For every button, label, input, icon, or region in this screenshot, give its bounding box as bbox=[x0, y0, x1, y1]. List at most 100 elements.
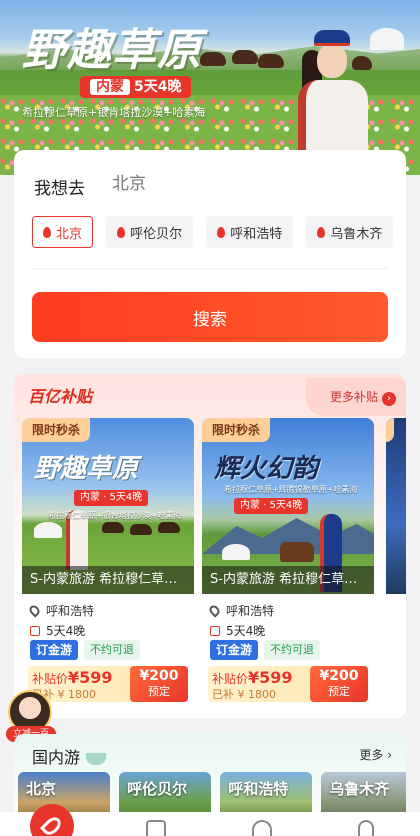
teacup-icon bbox=[86, 752, 107, 765]
deposit-tour-tag: 订金游 bbox=[210, 640, 259, 660]
product-image bbox=[386, 418, 406, 594]
product-title: S-内蒙旅游 希拉穆仁草… bbox=[202, 566, 374, 594]
subsidy-price: 补贴价¥599 bbox=[212, 668, 293, 687]
horse-graphic bbox=[200, 52, 226, 66]
duration-row: 5天4晚 bbox=[210, 622, 265, 639]
location-pin-icon bbox=[27, 603, 42, 618]
chip-label: 呼和浩特 bbox=[230, 226, 283, 242]
nav-heart-icon[interactable] bbox=[252, 820, 272, 836]
flame-icon bbox=[217, 226, 226, 238]
yurt-graphic bbox=[370, 28, 404, 50]
deposit-amount: ¥200 bbox=[319, 668, 359, 684]
flame-icon bbox=[317, 226, 326, 238]
subsidized-amount: 已补 ¥ 1800 bbox=[212, 688, 276, 701]
book-button[interactable]: ¥200 预定 bbox=[310, 666, 368, 702]
book-button[interactable]: ¥200 预定 bbox=[130, 666, 188, 702]
location-text: 呼和浩特 bbox=[46, 604, 95, 618]
yurt-graphic bbox=[222, 544, 250, 560]
location-text: 呼和浩特 bbox=[226, 604, 275, 618]
nav-briefcase-icon[interactable] bbox=[146, 820, 166, 836]
duration-text: 5天4晚 bbox=[46, 624, 86, 638]
location-row: 呼和浩特 bbox=[27, 602, 95, 619]
duration-text: 5天4晚 bbox=[226, 624, 266, 638]
horse-graphic bbox=[232, 50, 258, 64]
book-label: 预定 bbox=[148, 685, 170, 698]
horse-graphic bbox=[158, 522, 180, 533]
hot-destination-chips: 北京 呼伦贝尔 呼和浩特 乌鲁木齐 bbox=[32, 216, 406, 250]
price-value: ¥599 bbox=[68, 668, 113, 687]
refundable-tag: 不约可退 bbox=[84, 640, 141, 660]
product-image-subtitle: 希拉穆仁草原+银肯塔拉沙漠+哈素海 bbox=[48, 511, 182, 520]
yurt-graphic bbox=[34, 522, 62, 538]
destination-label: 我想去 bbox=[34, 179, 85, 199]
subsidy-title: 百亿补贴 bbox=[28, 387, 93, 406]
compass-icon bbox=[39, 813, 65, 836]
chip-beijing[interactable]: 北京 bbox=[32, 216, 94, 248]
hero-subtitle: 希拉穆仁草原+银肯塔拉沙漠+哈素海 bbox=[22, 106, 206, 119]
destination-input[interactable] bbox=[112, 174, 312, 194]
price-label: 补贴价 bbox=[212, 672, 249, 686]
hero-badge-dest: 内蒙 bbox=[90, 79, 130, 95]
product-card[interactable]: 辉火幻韵 希拉穆仁草原+辉腾锡勒草原+哈素海 内蒙 · 5天4晚 S-内蒙旅游 … bbox=[202, 418, 374, 714]
product-image: 辉火幻韵 希拉穆仁草原+辉腾锡勒草原+哈素海 内蒙 · 5天4晚 S-内蒙旅游 … bbox=[202, 418, 374, 594]
hero-banner[interactable]: 野趣草原 内蒙 5天4晚 希拉穆仁草原+银肯塔拉沙漠+哈素海 bbox=[0, 0, 420, 175]
product-image-title: 辉火幻韵 bbox=[214, 454, 319, 484]
bottom-nav bbox=[0, 804, 420, 836]
tag-row: 订金游 不约可退 bbox=[210, 640, 321, 660]
tag-row: 订金游 不约可退 bbox=[30, 640, 141, 660]
tile-label: 呼伦贝尔 bbox=[127, 780, 188, 798]
domestic-title-text: 国内游 bbox=[32, 748, 81, 767]
deposit-tour-tag: 订金游 bbox=[30, 640, 79, 660]
refundable-tag: 不约可退 bbox=[264, 640, 321, 660]
calendar-icon bbox=[210, 625, 220, 636]
deposit-amount: ¥200 bbox=[139, 668, 179, 684]
horse-graphic bbox=[102, 522, 124, 533]
domestic-title: 国内游 bbox=[32, 744, 107, 768]
book-label: 预定 bbox=[328, 685, 350, 698]
arrow-right-icon: › bbox=[382, 392, 396, 406]
tile-label: 北京 bbox=[26, 780, 57, 798]
tile-label: 呼和浩特 bbox=[228, 780, 289, 798]
hero-title: 野趣草原 bbox=[22, 25, 202, 76]
search-button[interactable]: 搜索 bbox=[32, 292, 388, 342]
domestic-more-link[interactable]: 更多 › bbox=[359, 746, 392, 763]
tile-label: 乌鲁木齐 bbox=[329, 780, 390, 798]
nav-profile-icon[interactable] bbox=[358, 820, 374, 836]
product-image: 野趣草原 内蒙 · 5天4晚 希拉穆仁草原+银肯塔拉沙漠+哈素海 S-内蒙旅游 … bbox=[22, 418, 194, 594]
product-title: S-内蒙旅游 希拉穆仁草… bbox=[22, 566, 194, 594]
chip-hohhot[interactable]: 呼和浩特 bbox=[206, 216, 294, 248]
subsidy-price: 补贴价¥599 bbox=[32, 668, 113, 687]
duration-row: 5天4晚 bbox=[30, 622, 85, 639]
price-box: 补贴价¥599 已补 ¥ 1800 ¥200 预定 bbox=[208, 666, 368, 702]
price-label: 补贴价 bbox=[32, 672, 69, 686]
price-value: ¥599 bbox=[248, 668, 293, 687]
chip-hulunbuir[interactable]: 呼伦贝尔 bbox=[106, 216, 194, 248]
product-image-title: 野趣草原 bbox=[34, 454, 139, 484]
hero-badge-text: 5天4晚 bbox=[134, 79, 182, 95]
horse-graphic bbox=[280, 542, 314, 562]
product-card[interactable]: 野趣草原 内蒙 · 5天4晚 希拉穆仁草原+银肯塔拉沙漠+哈素海 S-内蒙旅游 … bbox=[22, 418, 194, 714]
location-row: 呼和浩特 bbox=[207, 602, 275, 619]
divider bbox=[32, 268, 388, 269]
hero-badge: 内蒙 5天4晚 bbox=[80, 76, 192, 98]
flame-icon bbox=[43, 226, 51, 238]
chip-label: 北京 bbox=[56, 226, 83, 242]
product-image-badge: 内蒙 · 5天4晚 bbox=[234, 498, 309, 514]
location-pin-icon bbox=[207, 603, 222, 618]
product-image-subtitle: 希拉穆仁草原+辉腾锡勒草原+哈素海 bbox=[224, 485, 358, 494]
chip-label: 乌鲁木齐 bbox=[330, 226, 383, 242]
calendar-icon bbox=[30, 625, 40, 636]
product-card-peek[interactable] bbox=[386, 418, 406, 714]
product-image-badge: 内蒙 · 5天4晚 bbox=[74, 490, 149, 506]
horse-graphic bbox=[258, 54, 284, 68]
chip-label: 呼伦贝尔 bbox=[130, 226, 183, 242]
flash-sale-tag: 限时秒杀 bbox=[22, 418, 91, 442]
flame-icon bbox=[117, 226, 126, 238]
search-card: 我想去 北京 呼伦贝尔 呼和浩特 乌鲁木齐 搜索 bbox=[14, 150, 406, 358]
more-subsidy-button[interactable]: 更多补贴 › bbox=[305, 378, 406, 416]
subsidy-section: 百亿补贴 更多补贴 › 野趣草原 内蒙 · 5天4晚 希拉穆仁草原+银肯塔拉沙漠+… bbox=[14, 374, 406, 718]
flash-sale-tag: 限时秒杀 bbox=[202, 418, 271, 442]
more-subsidy-label: 更多补贴 bbox=[329, 390, 378, 404]
horse-graphic bbox=[130, 524, 152, 535]
chip-urumqi[interactable]: 乌鲁木齐 bbox=[306, 216, 394, 248]
